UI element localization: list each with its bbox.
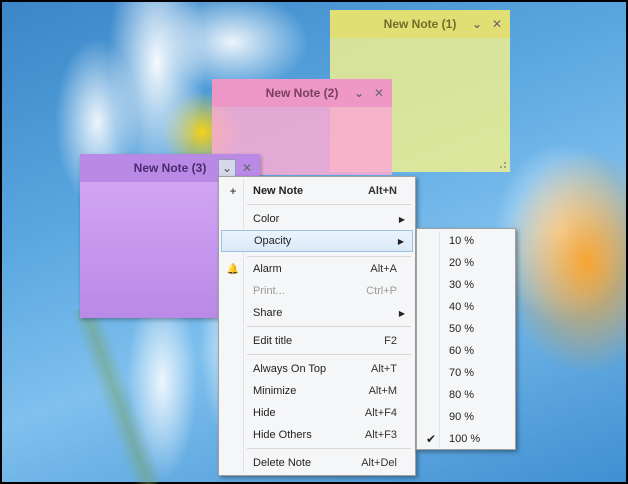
menu-item-opacity[interactable]: Opacity ▶: [221, 230, 413, 252]
opacity-option-10[interactable]: 10 %: [419, 230, 513, 252]
note-header[interactable]: New Note (1) ⌄ ✕: [330, 10, 510, 38]
opacity-option-40[interactable]: 40 %: [419, 296, 513, 318]
chevron-down-icon[interactable]: ⌄: [218, 159, 236, 177]
note-title: New Note (2): [265, 86, 339, 100]
close-icon[interactable]: ✕: [370, 84, 388, 102]
plus-icon: +: [229, 184, 237, 198]
menu-item-edit-title[interactable]: Edit title F2: [221, 330, 413, 352]
menu-item-hide-others[interactable]: Hide Others Alt+F3: [221, 424, 413, 446]
opacity-submenu: 10 % 20 % 30 % 40 % 50 % 60 % 70 % 80 % …: [416, 228, 516, 450]
resize-grip-icon[interactable]: [499, 161, 507, 169]
checkmark-icon: ✔: [425, 432, 437, 446]
note-title: New Note (3): [133, 161, 207, 175]
menu-item-share[interactable]: Share ▶: [221, 302, 413, 324]
chevron-down-icon[interactable]: ⌄: [350, 84, 368, 102]
chevron-down-icon[interactable]: ⌄: [468, 15, 486, 33]
opacity-option-20[interactable]: 20 %: [419, 252, 513, 274]
note-context-menu: + New Note Alt+N Color ▶ Opacity ▶ 🔔 Ala…: [218, 176, 416, 476]
menu-item-minimize[interactable]: Minimize Alt+M: [221, 380, 413, 402]
opacity-option-50[interactable]: 50 %: [419, 318, 513, 340]
close-icon[interactable]: ✕: [238, 159, 256, 177]
opacity-option-60[interactable]: 60 %: [419, 340, 513, 362]
menu-separator: [247, 326, 411, 327]
note-title: New Note (1): [383, 17, 457, 31]
note-header[interactable]: New Note (2) ⌄ ✕: [212, 79, 392, 107]
menu-separator: [247, 256, 411, 257]
menu-item-color[interactable]: Color ▶: [221, 208, 413, 230]
submenu-arrow-icon: ▶: [398, 308, 405, 318]
submenu-arrow-icon: ▶: [397, 236, 404, 246]
close-icon[interactable]: ✕: [488, 15, 506, 33]
menu-item-hide[interactable]: Hide Alt+F4: [221, 402, 413, 424]
opacity-option-80[interactable]: 80 %: [419, 384, 513, 406]
menu-item-new-note[interactable]: + New Note Alt+N: [221, 180, 413, 202]
menu-separator: [247, 354, 411, 355]
menu-separator: [247, 448, 411, 449]
menu-separator: [247, 204, 411, 205]
menu-item-print: Print... Ctrl+P: [253, 285, 397, 297]
menu-item-always-on-top[interactable]: Always On Top Alt+T: [221, 358, 413, 380]
wallpaper-stem: [70, 302, 164, 484]
opacity-option-100[interactable]: ✔ 100 %: [419, 428, 513, 450]
opacity-option-70[interactable]: 70 %: [419, 362, 513, 384]
bell-icon: 🔔: [226, 263, 240, 275]
opacity-option-30[interactable]: 30 %: [419, 274, 513, 296]
menu-item-delete-note[interactable]: Delete Note Alt+Del: [221, 452, 413, 474]
opacity-option-90[interactable]: 90 %: [419, 406, 513, 428]
menu-item-alarm[interactable]: 🔔 Alarm Alt+A: [221, 258, 413, 280]
submenu-arrow-icon: ▶: [398, 214, 405, 224]
